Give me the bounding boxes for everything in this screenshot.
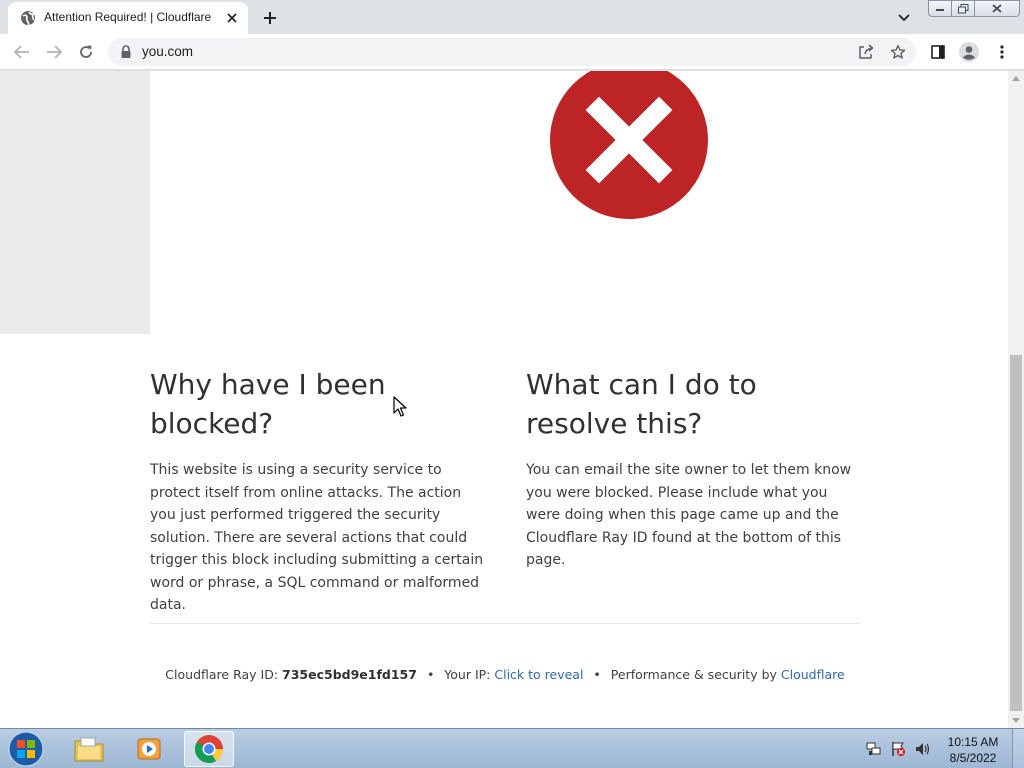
close-icon: [992, 4, 1002, 13]
scroll-down-button[interactable]: [1008, 713, 1024, 727]
window-close-button[interactable]: [975, 0, 1020, 17]
network-icon[interactable]: [866, 741, 882, 757]
resolve-section: What can I do to resolve this? You can e…: [526, 365, 862, 572]
footer-separator: •: [593, 667, 601, 682]
resolve-heading: What can I do to resolve this?: [526, 368, 757, 440]
windows-taskbar: 10:15 AM 8/5/2022: [0, 728, 1024, 768]
ip-label: Your IP:: [444, 667, 491, 682]
share-icon: [859, 44, 874, 59]
volume-icon[interactable]: [914, 741, 930, 757]
window-controls: [928, 0, 1020, 18]
caret-up-icon: [1012, 75, 1020, 81]
star-icon: [890, 44, 906, 59]
start-button[interactable]: [6, 731, 46, 767]
bookmark-button[interactable]: [888, 42, 908, 62]
system-clock[interactable]: 10:15 AM 8/5/2022: [940, 734, 1006, 766]
action-center-flag-icon[interactable]: [890, 741, 906, 757]
share-button[interactable]: [856, 42, 876, 62]
reveal-ip-link[interactable]: Click to reveal: [494, 667, 583, 682]
tab-title: Attention Required! | Cloudflare: [44, 10, 212, 24]
explorer-taskbar-button[interactable]: [64, 731, 114, 767]
lock-icon[interactable]: [120, 45, 132, 59]
why-blocked-heading: Why have I been blocked?: [150, 368, 386, 440]
mouse-cursor-icon: [393, 396, 407, 417]
ray-id-label: Cloudflare Ray ID:: [165, 667, 279, 682]
kebab-menu-icon: [1000, 45, 1004, 59]
arrow-left-icon: [14, 45, 29, 59]
vertical-scrollbar[interactable]: [1008, 71, 1024, 728]
minimize-button[interactable]: [928, 0, 952, 17]
minimize-icon: [936, 8, 944, 11]
page-content: Why have I been blocked? This website is…: [0, 71, 1008, 728]
ray-id-value: 735ec5bd9e1fd157: [282, 667, 417, 682]
address-bar[interactable]: you.com: [108, 38, 916, 66]
tab-search-button[interactable]: [894, 8, 914, 28]
caret-down-icon: [1012, 717, 1020, 723]
tab-strip: Attention Required! | Cloudflare: [0, 0, 1024, 34]
windows-logo-icon: [8, 731, 44, 767]
media-player-icon: [137, 738, 161, 760]
chrome-taskbar-button[interactable]: [184, 731, 234, 767]
new-tab-button[interactable]: [258, 6, 282, 30]
footer-separator: •: [426, 667, 435, 682]
performance-label: Performance & security by: [610, 667, 777, 682]
forward-button[interactable]: [42, 40, 66, 64]
error-x-icon: [585, 96, 673, 184]
reload-icon: [80, 45, 92, 58]
clock-date: 8/5/2022: [949, 751, 997, 765]
resolve-text: You can email the site owner to let them…: [526, 462, 852, 568]
arrow-right-icon: [47, 45, 62, 59]
back-button[interactable]: [10, 40, 34, 64]
chevron-down-icon: [898, 14, 910, 22]
cloudflare-link[interactable]: Cloudflare: [781, 667, 845, 682]
scrollbar-thumb[interactable]: [1010, 355, 1022, 711]
url-text[interactable]: you.com: [142, 44, 193, 59]
restore-button[interactable]: [952, 0, 975, 17]
globe-icon: [21, 11, 35, 26]
error-badge: [550, 71, 708, 219]
side-panel-icon: [931, 45, 945, 59]
screenshot-placeholder: [0, 71, 150, 334]
restore-icon: [957, 3, 968, 13]
reload-button[interactable]: [74, 40, 98, 64]
footer-divider: [150, 623, 860, 624]
browser-tab[interactable]: Attention Required! | Cloudflare: [8, 2, 248, 34]
close-tab-icon[interactable]: [222, 8, 242, 28]
plus-icon: [264, 12, 276, 24]
folder-icon: [74, 737, 104, 762]
side-panel-button[interactable]: [926, 40, 950, 64]
menu-button[interactable]: [990, 40, 1014, 64]
why-blocked-text: This website is using a security service…: [150, 462, 484, 613]
cloudflare-footer: Cloudflare Ray ID: 735ec5bd9e1fd157 • Yo…: [150, 667, 860, 682]
clock-time: 10:15 AM: [947, 735, 999, 749]
why-blocked-section: Why have I been blocked? This website is…: [150, 365, 486, 617]
chrome-icon: [195, 735, 223, 763]
media-player-taskbar-button[interactable]: [124, 731, 174, 767]
show-desktop-button[interactable]: [1012, 729, 1024, 768]
profile-button[interactable]: [957, 40, 981, 64]
browser-toolbar: you.com: [0, 34, 1024, 70]
scroll-up-button[interactable]: [1008, 71, 1024, 85]
avatar-icon: [959, 42, 979, 62]
